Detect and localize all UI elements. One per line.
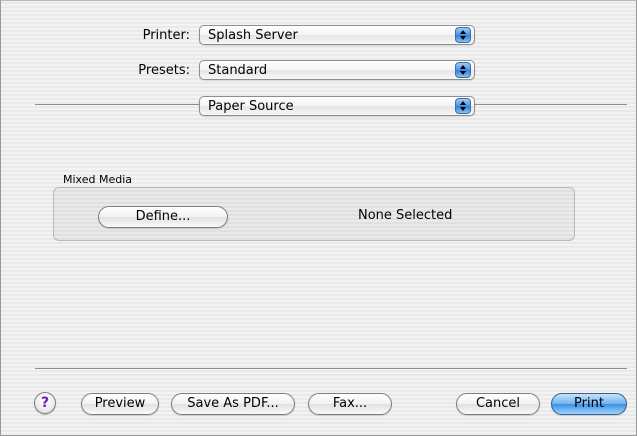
print-dialog: Printer: Splash Server Presets: Standard… [0, 0, 637, 436]
presets-popup-value: Standard [208, 63, 268, 78]
fax-button[interactable]: Fax... [308, 393, 392, 415]
panel-popup[interactable]: Paper Source [199, 96, 475, 116]
printer-popup-value: Splash Server [208, 28, 298, 43]
up-down-arrows-icon [455, 27, 471, 43]
footer-divider [35, 368, 627, 370]
cancel-button[interactable]: Cancel [456, 393, 540, 415]
presets-label: Presets: [138, 63, 190, 78]
panel-popup-value: Paper Source [208, 99, 294, 114]
preview-button[interactable]: Preview [81, 393, 159, 415]
up-down-arrows-icon [455, 62, 471, 78]
mixed-media-group-label: Mixed Media [63, 173, 133, 186]
up-down-arrows-icon [455, 98, 471, 114]
printer-popup[interactable]: Splash Server [199, 25, 475, 45]
help-icon[interactable]: ? [34, 392, 56, 414]
panel-divider-left [35, 104, 199, 106]
presets-popup[interactable]: Standard [199, 60, 475, 80]
save-as-pdf-button[interactable]: Save As PDF... [171, 393, 295, 415]
panel-divider-right [475, 104, 627, 106]
mixed-media-status: None Selected [358, 208, 453, 223]
print-button[interactable]: Print [551, 393, 627, 415]
printer-label: Printer: [142, 28, 190, 43]
define-button[interactable]: Define... [98, 206, 228, 228]
